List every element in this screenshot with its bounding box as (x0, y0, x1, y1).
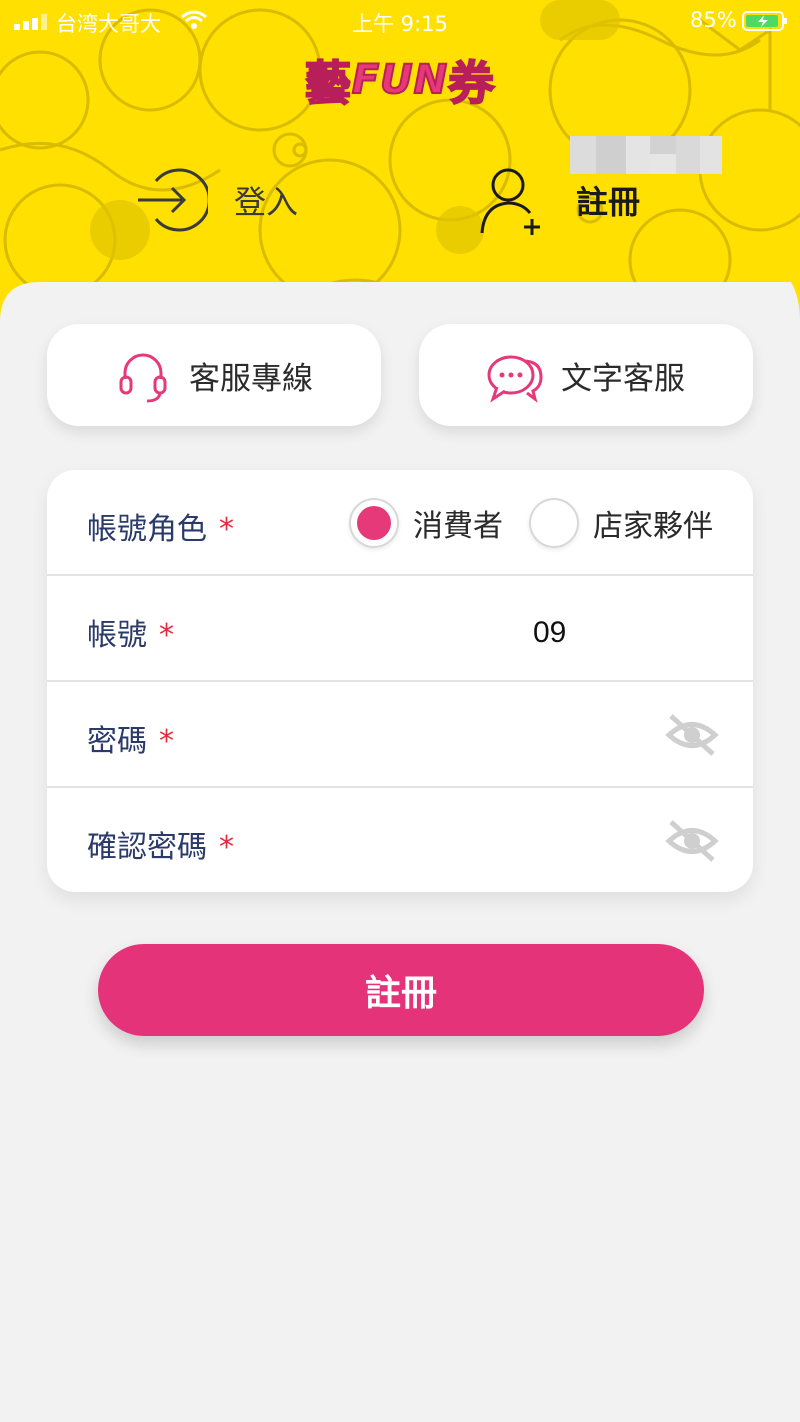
form-row-role: 帳號角色 * 消費者 店家夥伴 (47, 470, 753, 576)
status-time: 上午 9:15 (352, 12, 448, 36)
login-arrow-icon (138, 168, 208, 232)
app-logo: 藝 FUN 券 (298, 48, 502, 112)
account-label-text: 帳號 (87, 618, 147, 653)
form-row-confirm-password[interactable]: 確認密碼 * (47, 788, 753, 892)
logo-char-left: 藝 (304, 55, 352, 111)
hide-password-eye-icon[interactable] (665, 712, 719, 758)
logo-fun: FUN (351, 56, 449, 104)
register-form: 帳號角色 * 消費者 店家夥伴 帳號 * 09 密碼 * 確認密碼 * (47, 470, 753, 892)
required-mark: * (159, 724, 174, 759)
radio-circle-unchecked (529, 498, 579, 548)
tab-login[interactable]: 登入 (134, 158, 298, 242)
headset-icon (119, 353, 167, 403)
signal-icon (14, 14, 47, 30)
customer-service-hotline-button[interactable]: 客服專線 (47, 324, 381, 426)
battery-percent: 85% (690, 8, 737, 32)
confirm-password-label-text: 確認密碼 (87, 830, 207, 865)
required-mark: * (159, 618, 174, 653)
account-input[interactable]: 09 (533, 616, 566, 650)
carrier-name: 台湾大哥大 (56, 12, 161, 36)
redacted-account-digits (524, 136, 722, 174)
required-mark: * (219, 830, 234, 865)
radio-circle-checked (349, 498, 399, 548)
confirm-password-label: 確認密碼 * (87, 822, 234, 866)
hide-confirm-password-eye-icon[interactable] (665, 818, 719, 864)
text-support-button[interactable]: 文字客服 (419, 324, 753, 426)
status-bar: 台湾大哥大 上午 9:15 85% (0, 0, 800, 42)
add-user-icon (480, 168, 540, 235)
password-label-text: 密碼 (87, 724, 147, 759)
required-mark: * (219, 512, 234, 547)
battery-icon (742, 11, 787, 31)
role-radio-consumer[interactable]: 消費者 (349, 496, 503, 550)
form-row-account[interactable]: 帳號 * 09 (47, 576, 753, 682)
register-submit-button[interactable]: 註冊 (98, 944, 704, 1036)
hotline-label: 客服專線 (189, 360, 313, 397)
form-row-password[interactable]: 密碼 * (47, 682, 753, 788)
password-label: 密碼 * (87, 716, 174, 760)
text-support-label: 文字客服 (561, 360, 685, 397)
chat-bubbles-icon (487, 355, 543, 403)
tab-login-label: 登入 (234, 183, 299, 221)
role-label: 帳號角色 * (87, 504, 234, 548)
tab-register-label: 註冊 (576, 183, 641, 221)
account-label: 帳號 * (87, 610, 174, 654)
store-partner-label: 店家夥伴 (593, 509, 713, 544)
role-radio-store-partner[interactable]: 店家夥伴 (529, 496, 713, 550)
wifi-icon (181, 10, 207, 29)
role-label-text: 帳號角色 (87, 512, 207, 547)
consumer-label: 消費者 (413, 509, 503, 544)
logo-char-right: 券 (447, 55, 496, 111)
